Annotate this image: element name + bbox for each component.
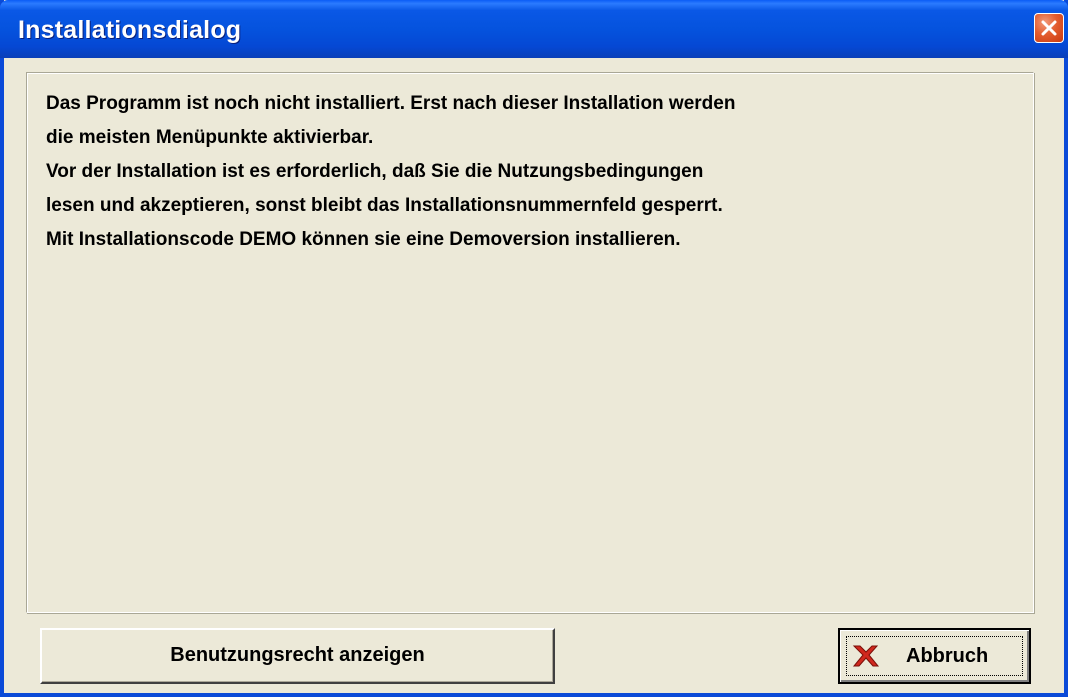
message-line: Mit Installationscode DEMO können sie ei… [46,229,681,250]
message-text: Das Programm ist noch nicht installiert.… [46,87,735,257]
cancel-button[interactable]: Abbruch [838,628,1031,684]
red-x-icon [852,645,880,667]
message-line: lesen und akzeptieren, sonst bleibt das … [46,195,723,216]
show-license-button[interactable]: Benutzungsrecht anzeigen [40,628,555,684]
message-line: Das Programm ist noch nicht installiert.… [46,93,736,114]
show-license-button-label: Benutzungsrecht anzeigen [170,644,425,666]
message-line: Vor der Installation ist es erforderlich… [46,161,704,182]
close-icon [1041,20,1057,36]
title-bar[interactable]: Installationsdialog [0,0,1068,58]
cancel-button-label: Abbruch [906,645,989,667]
close-button[interactable] [1034,13,1064,43]
message-panel: Das Programm ist noch nicht installiert.… [26,72,1034,613]
message-line: die meisten Menüpunkte aktivierbar. [46,127,374,148]
window-title: Installationsdialog [18,16,242,44]
